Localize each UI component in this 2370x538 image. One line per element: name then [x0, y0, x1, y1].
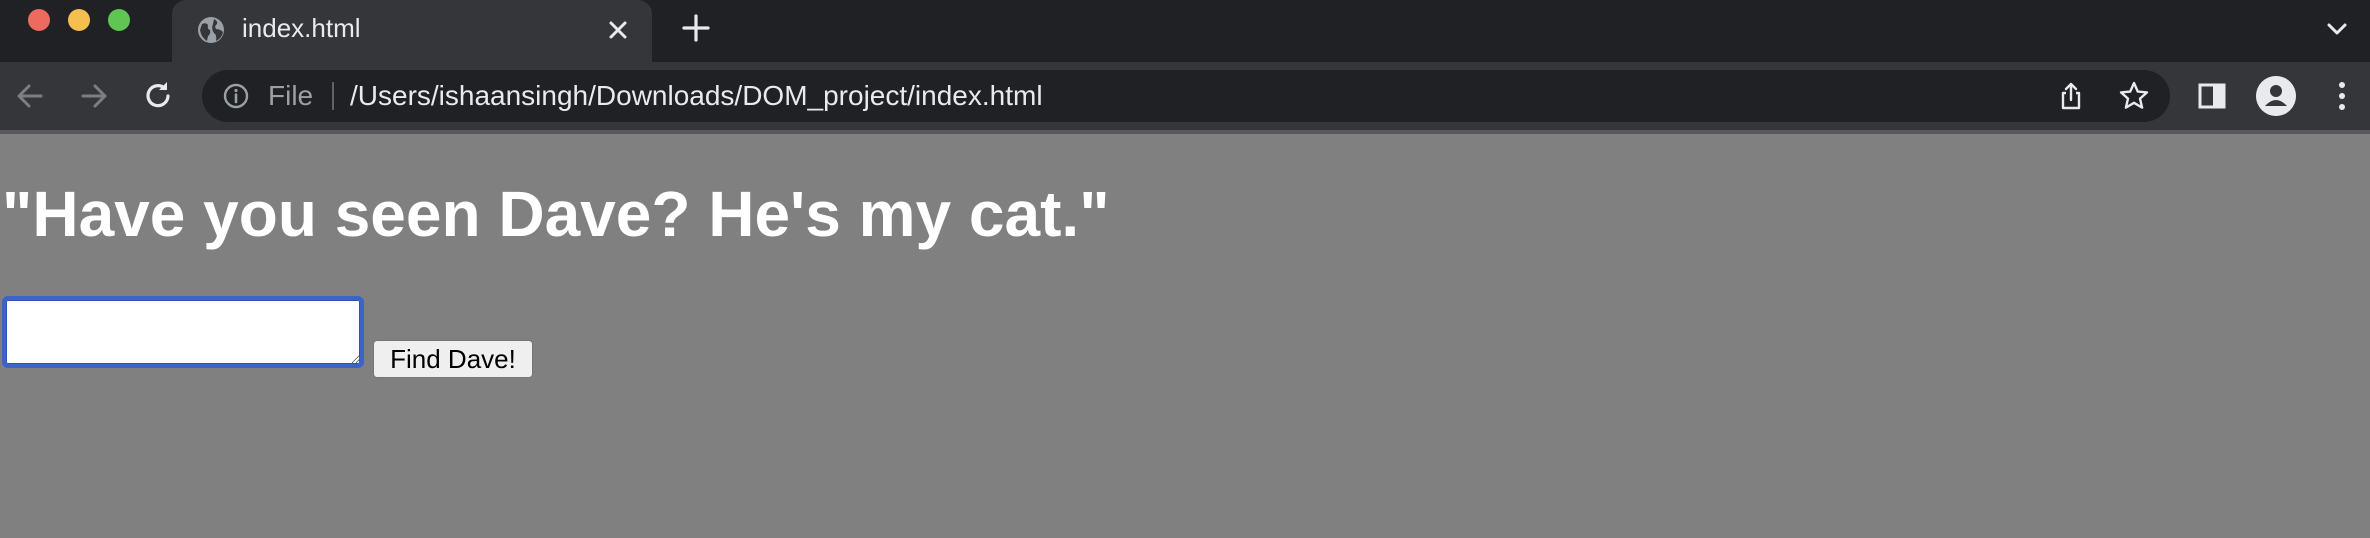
- globe-icon: [196, 15, 226, 45]
- window-maximize-button[interactable]: [108, 9, 130, 31]
- address-url[interactable]: /Users/ishaansingh/Downloads/DOM_project…: [350, 79, 1043, 113]
- share-icon[interactable]: [2056, 81, 2086, 111]
- tab-title: index.html: [242, 13, 361, 43]
- star-icon[interactable]: [2118, 80, 2150, 112]
- page-heading: "Have you seen Dave? He's my cat.": [2, 178, 1110, 250]
- address-scheme: File: [268, 80, 314, 111]
- forward-arrow-icon[interactable]: [76, 78, 112, 114]
- tab-strip: index.html: [0, 0, 2370, 62]
- new-tab-plus-icon[interactable]: [680, 12, 712, 44]
- tab-close-icon[interactable]: [604, 16, 632, 44]
- reload-icon[interactable]: [140, 78, 176, 114]
- tab-index-html[interactable]: index.html: [172, 0, 652, 62]
- back-arrow-icon[interactable]: [12, 78, 48, 114]
- window-minimize-button[interactable]: [68, 9, 90, 31]
- address-bar[interactable]: File /Users/ishaansingh/Downloads/DOM_pr…: [202, 70, 2170, 122]
- dave-textarea[interactable]: [2, 296, 364, 368]
- page-viewport: "Have you seen Dave? He's my cat." Find …: [0, 134, 2370, 538]
- side-panel-icon[interactable]: [2196, 80, 2228, 112]
- kebab-menu-icon[interactable]: [2326, 78, 2358, 114]
- find-dave-button[interactable]: Find Dave!: [373, 340, 533, 378]
- browser-toolbar: File /Users/ishaansingh/Downloads/DOM_pr…: [0, 62, 2370, 130]
- address-separator: [332, 82, 334, 110]
- profile-icon[interactable]: [2256, 76, 2296, 116]
- tab-search-chevron-down-icon[interactable]: [2322, 14, 2352, 44]
- info-icon[interactable]: [222, 82, 250, 110]
- window-close-button[interactable]: [28, 9, 50, 31]
